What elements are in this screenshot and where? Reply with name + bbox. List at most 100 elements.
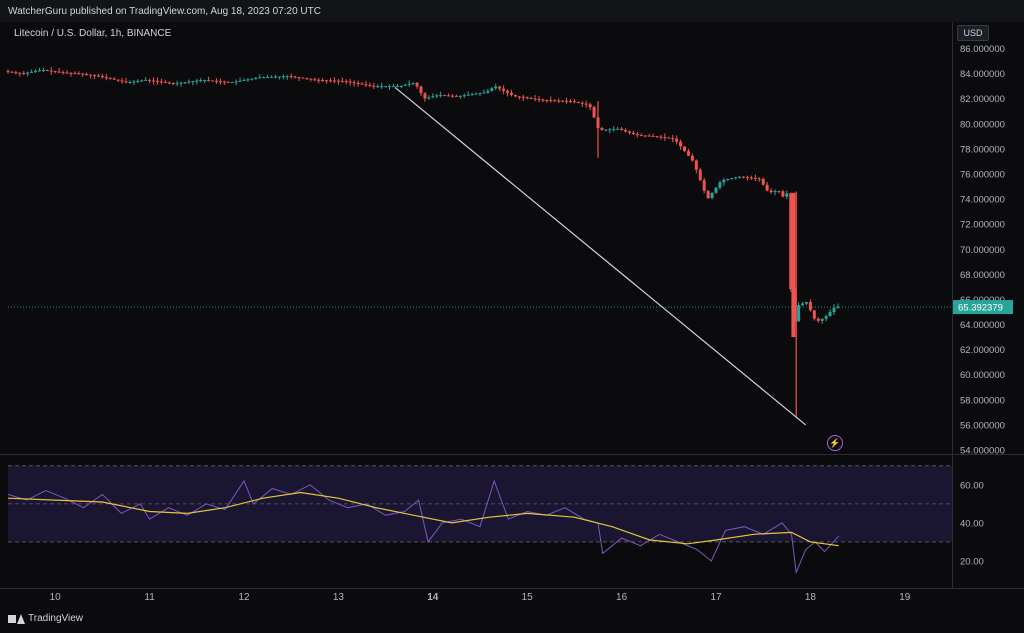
candle-body	[246, 79, 250, 81]
candle-body	[624, 130, 628, 132]
candle-body	[226, 81, 230, 83]
candle-body	[498, 86, 502, 89]
candle-body	[631, 132, 635, 135]
candle-body	[470, 94, 474, 96]
candle-body	[710, 192, 714, 199]
candle-body	[730, 178, 734, 180]
candle-body	[749, 177, 753, 179]
candle-body	[616, 128, 620, 130]
candle-body	[336, 80, 340, 82]
candle-body	[671, 138, 675, 140]
candle-body	[368, 85, 372, 87]
candle-body	[565, 100, 569, 102]
candle-body	[301, 77, 305, 79]
candle-body	[553, 100, 557, 102]
tradingview-logo[interactable]: TradingView	[8, 613, 83, 624]
candle-body	[356, 82, 360, 84]
candle-body	[96, 75, 100, 77]
price-axis-label: 80.000000	[960, 119, 1005, 130]
candle-body	[612, 129, 616, 131]
candle-body	[61, 72, 65, 74]
candle-body	[462, 95, 466, 97]
candle-body	[639, 135, 643, 137]
candle-body	[132, 81, 136, 83]
candle-body	[706, 190, 710, 199]
candle-body	[159, 81, 163, 83]
candle-body	[45, 70, 49, 72]
candle-body	[635, 134, 639, 136]
time-axis-label: 17	[710, 592, 722, 603]
candle-body	[230, 82, 234, 84]
candle-body	[537, 99, 541, 101]
candle-body	[258, 77, 262, 79]
candle-body	[77, 73, 81, 75]
candle-body	[6, 71, 10, 73]
candle-body	[545, 99, 549, 101]
candle-body	[458, 95, 462, 97]
chart-canvas[interactable]: 86.000000 84.000000 82.000000 80.000000 78.0…	[0, 0, 1024, 633]
candle-body	[521, 96, 525, 98]
candle-body	[832, 307, 836, 312]
candle-body	[384, 86, 388, 88]
candle-body	[592, 107, 596, 118]
candle-body	[238, 80, 242, 82]
candle-body	[65, 72, 69, 74]
current-price-label: 65.392379	[958, 303, 1003, 314]
pane-separator	[0, 454, 1024, 455]
candle-body	[667, 137, 671, 139]
candle-body	[234, 81, 238, 83]
candle-body	[26, 72, 30, 74]
candle-body	[714, 187, 718, 193]
lightning-icon[interactable]: ⚡	[827, 435, 843, 451]
price-axis-label: 78.000000	[960, 144, 1005, 155]
candle-body	[718, 182, 722, 188]
candle-body	[22, 73, 26, 75]
candle-body	[797, 305, 801, 322]
candle-body	[753, 177, 757, 179]
candle-body	[49, 70, 53, 72]
candle-body	[836, 306, 840, 308]
candle-body	[820, 318, 824, 321]
candle-body	[785, 193, 789, 197]
candle-body	[321, 80, 325, 82]
candle-body	[53, 71, 57, 73]
candle-body	[765, 184, 769, 191]
candle-body	[112, 78, 116, 80]
time-axis-label: 10	[50, 592, 62, 603]
candle-body	[57, 71, 61, 73]
candle-body	[804, 301, 808, 304]
price-axis-label: 82.000000	[960, 94, 1005, 105]
trendline	[394, 86, 807, 426]
candle-body	[155, 80, 159, 82]
candle-body	[116, 79, 120, 81]
price-axis-label: 76.000000	[960, 169, 1005, 180]
candle-body	[207, 80, 211, 82]
candle-body	[580, 102, 584, 104]
candle-body	[30, 71, 34, 73]
candle-body	[757, 178, 761, 180]
candle-body	[187, 81, 191, 83]
candle-body	[89, 74, 93, 76]
candle-body	[777, 191, 781, 193]
candle-body	[120, 80, 124, 82]
candle-body	[395, 86, 399, 88]
candle-body	[18, 72, 22, 74]
candle-body	[576, 101, 580, 103]
candle-body	[14, 72, 18, 74]
candle-body	[152, 80, 156, 82]
candle-body	[808, 301, 812, 311]
candle-body	[513, 94, 517, 97]
time-axis-label: 19	[899, 592, 911, 603]
candle-body	[584, 103, 588, 105]
currency-button[interactable]: USD	[957, 25, 989, 41]
candle-body	[195, 80, 199, 82]
candle-body	[148, 79, 152, 81]
candle-body	[643, 135, 647, 137]
candle-body	[388, 86, 392, 88]
candle-body	[541, 99, 545, 101]
candle-body	[171, 83, 175, 85]
time-axis-label: 15	[522, 592, 534, 603]
price-axis-label: 60.000000	[960, 370, 1005, 381]
candle-body	[329, 80, 333, 82]
candle-body	[163, 81, 167, 83]
